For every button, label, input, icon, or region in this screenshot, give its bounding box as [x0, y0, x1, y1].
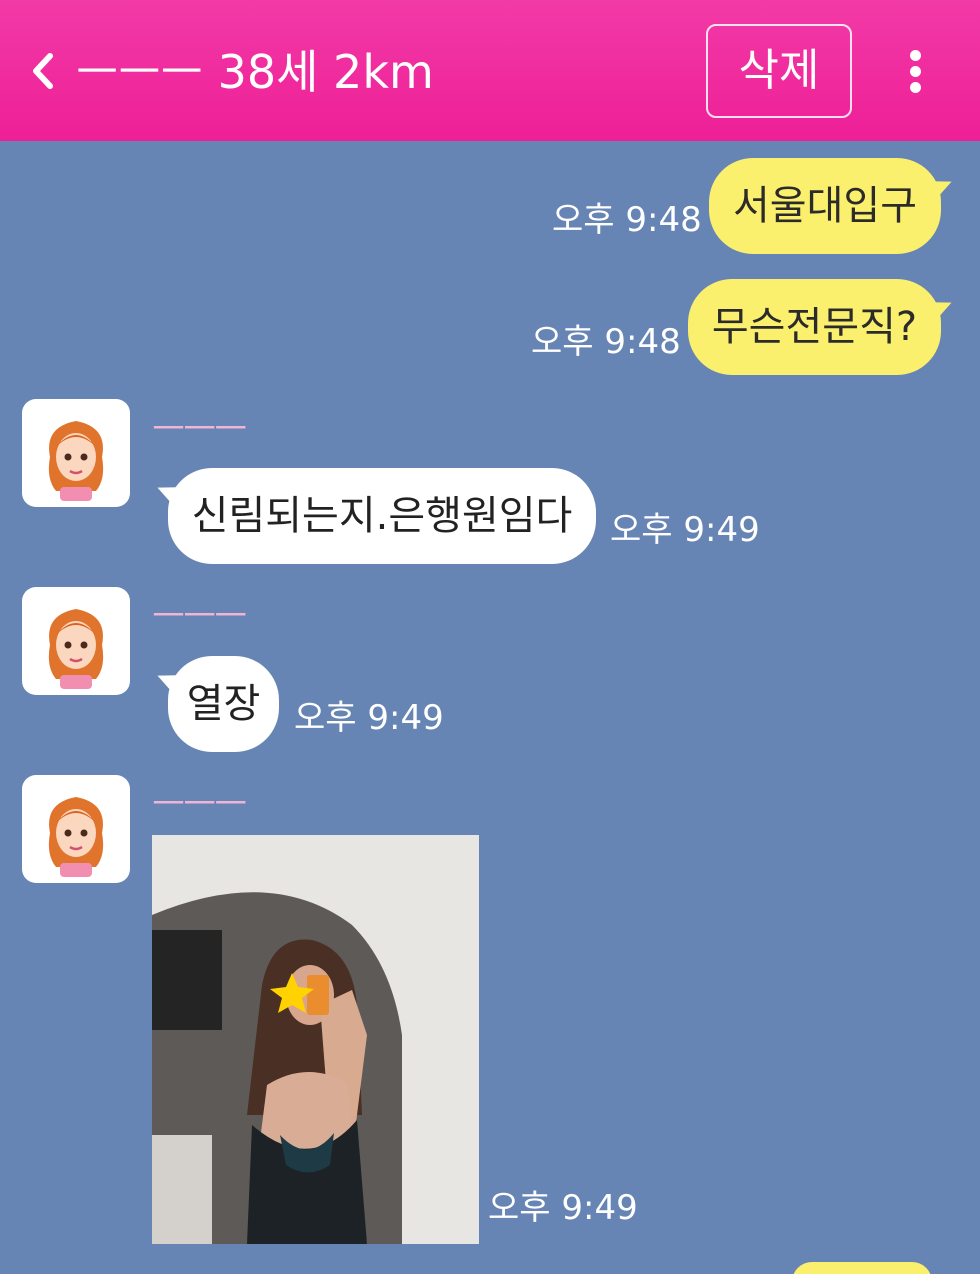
sender-name: ㅡㅡㅡ	[152, 409, 247, 450]
photo-message[interactable]	[152, 835, 479, 1244]
message-time: 오후 9:49	[488, 1188, 638, 1228]
avatar-girl-icon	[48, 797, 104, 877]
message-time: 오후 9:49	[294, 698, 444, 738]
chat-header: ㅡㅡㅡ 38세 2km 삭제	[0, 0, 980, 141]
avatar-girl-icon	[48, 609, 104, 689]
back-button[interactable]	[24, 46, 64, 96]
other-message-bubble[interactable]: 열장	[168, 656, 279, 752]
message-time: 오후 9:48	[531, 322, 681, 362]
avatar-girl-icon	[48, 421, 104, 501]
my-message-bubble-partial[interactable]	[792, 1262, 932, 1274]
sender-name: ㅡㅡㅡ	[152, 784, 247, 825]
avatar[interactable]	[22, 587, 130, 695]
avatar[interactable]	[22, 775, 130, 883]
chat-screen: ㅡㅡㅡ 38세 2km 삭제 오후 9:48 서울대입구 오후 9:48 무슨전…	[0, 0, 980, 1274]
more-options-button[interactable]	[896, 44, 936, 100]
sender-name: ㅡㅡㅡ	[152, 596, 247, 637]
other-message-bubble[interactable]: 신림되는지.은행원임다	[168, 468, 596, 564]
avatar[interactable]	[22, 399, 130, 507]
my-message-bubble[interactable]: 무슨전문직?	[688, 279, 941, 375]
delete-button[interactable]: 삭제	[706, 24, 852, 118]
photo-image	[152, 835, 479, 1244]
my-message-bubble[interactable]: 서울대입구	[709, 158, 941, 254]
chat-title: ㅡㅡㅡ 38세 2km	[76, 45, 434, 99]
message-time: 오후 9:48	[552, 200, 702, 240]
chevron-left-icon	[33, 53, 53, 89]
message-time: 오후 9:49	[610, 510, 760, 550]
